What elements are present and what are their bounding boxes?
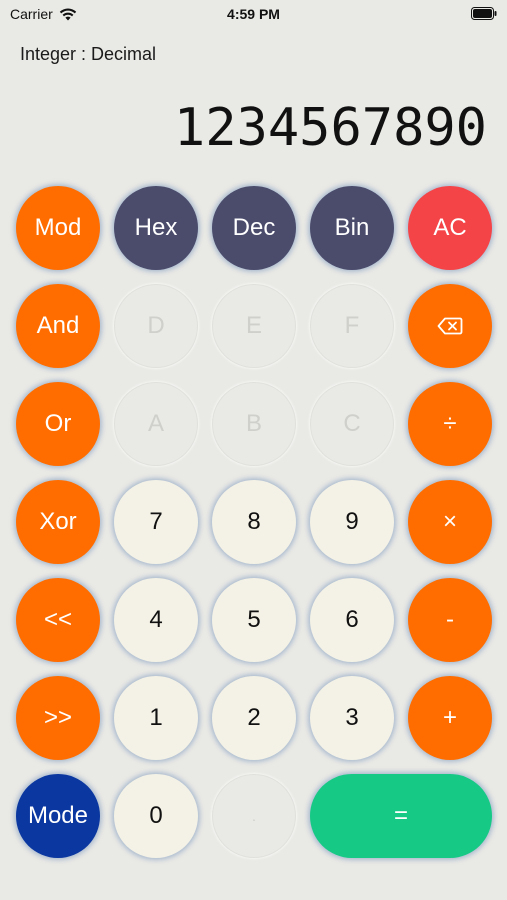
digit-4-button[interactable]: 4 <box>114 578 198 662</box>
digit-8-button[interactable]: 8 <box>212 480 296 564</box>
hex-d-button[interactable]: D <box>114 284 198 368</box>
bin-button[interactable]: Bin <box>310 186 394 270</box>
status-bar: Carrier 4:59 PM <box>0 0 507 28</box>
mod-button[interactable]: Mod <box>16 186 100 270</box>
backspace-button[interactable] <box>408 284 492 368</box>
plus-button[interactable]: + <box>408 676 492 760</box>
all-clear-button[interactable]: AC <box>408 186 492 270</box>
digit-9-button[interactable]: 9 <box>310 480 394 564</box>
xor-button[interactable]: Xor <box>16 480 100 564</box>
multiply-button[interactable]: × <box>408 480 492 564</box>
battery-icon <box>471 7 497 20</box>
hex-a-button[interactable]: A <box>114 382 198 466</box>
hex-e-button[interactable]: E <box>212 284 296 368</box>
shift-right-button[interactable]: >> <box>16 676 100 760</box>
or-button[interactable]: Or <box>16 382 100 466</box>
keypad: Mod Hex Dec Bin AC And D E F Or A B C ÷ … <box>16 186 492 858</box>
decimal-point-button[interactable]: . <box>212 774 296 858</box>
digit-5-button[interactable]: 5 <box>212 578 296 662</box>
digit-0-button[interactable]: 0 <box>114 774 198 858</box>
hex-f-button[interactable]: F <box>310 284 394 368</box>
mode-button[interactable]: Mode <box>16 774 100 858</box>
digit-2-button[interactable]: 2 <box>212 676 296 760</box>
hex-b-button[interactable]: B <box>212 382 296 466</box>
digit-1-button[interactable]: 1 <box>114 676 198 760</box>
backspace-icon <box>437 317 463 335</box>
result-display: 1234567890 <box>173 98 487 158</box>
digit-7-button[interactable]: 7 <box>114 480 198 564</box>
dec-button[interactable]: Dec <box>212 186 296 270</box>
divide-button[interactable]: ÷ <box>408 382 492 466</box>
digit-3-button[interactable]: 3 <box>310 676 394 760</box>
digit-6-button[interactable]: 6 <box>310 578 394 662</box>
hex-c-button[interactable]: C <box>310 382 394 466</box>
hex-button[interactable]: Hex <box>114 186 198 270</box>
and-button[interactable]: And <box>16 284 100 368</box>
mode-label: Integer : Decimal <box>20 44 157 64</box>
equals-button[interactable]: = <box>310 774 492 858</box>
minus-button[interactable]: - <box>408 578 492 662</box>
shift-left-button[interactable]: << <box>16 578 100 662</box>
status-time: 4:59 PM <box>227 6 280 22</box>
